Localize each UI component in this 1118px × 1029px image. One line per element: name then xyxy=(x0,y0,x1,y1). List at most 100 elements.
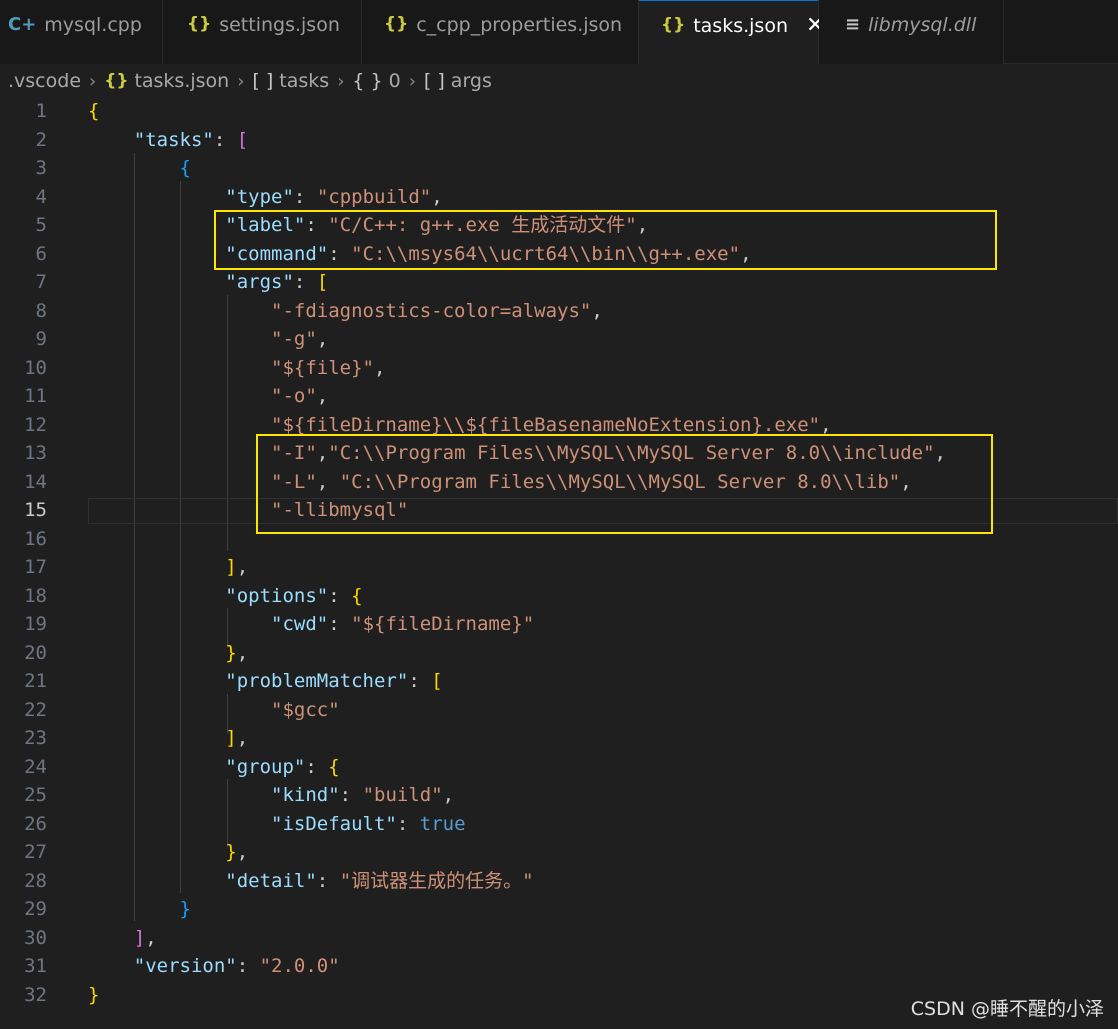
code-token: "build" xyxy=(362,784,443,806)
tab-tasks-json[interactable]: {} tasks.json ✕ xyxy=(639,0,824,64)
code-line[interactable]: 17 ], xyxy=(0,553,1118,582)
line-number: 5 xyxy=(35,214,47,236)
code-text: "options": { xyxy=(88,582,362,611)
line-number: 31 xyxy=(24,955,47,977)
code-token: : xyxy=(396,812,420,835)
code-token: ] xyxy=(225,727,237,749)
code-token: , xyxy=(316,385,329,407)
code-token: "2.0.0" xyxy=(259,955,340,977)
tab-libmysql-dll[interactable]: ≡ libmysql.dll xyxy=(819,0,1004,64)
chevron-right-icon: › xyxy=(337,70,345,92)
code-line[interactable]: 2 "tasks": [ xyxy=(0,126,1118,155)
code-text: ], xyxy=(88,724,248,753)
breadcrumb-tasks[interactable]: tasks xyxy=(279,70,329,92)
code-text: { xyxy=(88,97,99,126)
code-token: } xyxy=(225,841,237,863)
code-token: "-o" xyxy=(271,385,317,407)
code-token: "version" xyxy=(133,955,237,977)
code-token: : xyxy=(328,613,352,635)
code-token: true xyxy=(419,812,466,835)
line-number: 16 xyxy=(24,527,47,550)
code-token: , xyxy=(431,185,443,208)
code-token: : xyxy=(293,185,317,208)
breadcrumb-args[interactable]: args xyxy=(451,70,492,92)
code-token: ] xyxy=(225,556,237,578)
line-number: 9 xyxy=(35,328,47,350)
code-text: ], xyxy=(88,553,248,582)
code-token: , xyxy=(316,328,329,350)
line-number: 29 xyxy=(24,898,47,920)
code-line[interactable]: 9 "-g", xyxy=(0,325,1118,354)
breadcrumb: .vscode › {} tasks.json › [ ] tasks › { … xyxy=(8,68,492,94)
code-line[interactable]: 30 ], xyxy=(0,924,1118,953)
line-number: 28 xyxy=(24,869,47,892)
code-line[interactable]: 27 }, xyxy=(0,838,1118,867)
code-token: : xyxy=(408,670,432,692)
tab-mysql-cpp[interactable]: C+ mysql.cpp xyxy=(0,0,163,64)
code-line[interactable]: 20 }, xyxy=(0,639,1118,668)
code-line[interactable]: 11 "-o", xyxy=(0,382,1118,411)
code-token: "kind" xyxy=(271,784,340,806)
code-token: "-g" xyxy=(271,328,317,350)
code-line[interactable]: 10 "${file}", xyxy=(0,354,1118,383)
code-line[interactable]: 31 "version": "2.0.0" xyxy=(0,952,1118,981)
code-line[interactable]: 21 "problemMatcher": [ xyxy=(0,667,1118,696)
code-text: "group": { xyxy=(88,753,339,782)
code-token: { xyxy=(179,157,191,179)
code-token: : xyxy=(339,784,363,806)
code-line[interactable]: 26 "isDefault": true xyxy=(0,810,1118,839)
code-text: "detail": "调试器生成的任务。" xyxy=(88,867,533,896)
code-line[interactable]: 23 ], xyxy=(0,724,1118,753)
code-line[interactable]: 8 "-fdiagnostics-color=always", xyxy=(0,297,1118,326)
code-line[interactable]: 29 } xyxy=(0,895,1118,924)
line-number: 10 xyxy=(24,356,47,379)
code-line[interactable]: 18 "options": { xyxy=(0,582,1118,611)
breadcrumb-folder[interactable]: .vscode xyxy=(8,70,81,92)
line-number: 6 xyxy=(35,242,47,265)
code-text: "$gcc" xyxy=(88,696,340,725)
code-token: : xyxy=(293,271,317,293)
code-line[interactable]: 24 "group": { xyxy=(0,753,1118,782)
code-text: } xyxy=(88,895,191,924)
editor-tab-bar: C+ mysql.cpp {} settings.json {} c_cpp_p… xyxy=(0,0,1118,64)
code-token: : xyxy=(305,755,329,778)
code-token: } xyxy=(88,983,100,1006)
code-token: "-fdiagnostics-color=always" xyxy=(271,299,592,322)
code-token: "options" xyxy=(225,584,329,607)
code-line[interactable]: 25 "kind": "build", xyxy=(0,781,1118,810)
code-line[interactable]: 3 { xyxy=(0,154,1118,183)
code-text: "kind": "build", xyxy=(88,781,454,810)
line-number: 26 xyxy=(24,812,47,835)
code-line[interactable]: 22 "$gcc" xyxy=(0,696,1118,725)
json-braces-icon: {} xyxy=(104,71,129,91)
line-number: 24 xyxy=(24,755,47,778)
breadcrumb-index[interactable]: 0 xyxy=(389,70,401,92)
code-text: "-g", xyxy=(88,325,328,354)
line-number: 7 xyxy=(35,271,47,293)
code-text: { xyxy=(88,154,191,183)
tab-label: settings.json xyxy=(219,14,340,36)
code-text: "type": "cppbuild", xyxy=(88,183,443,212)
breadcrumb-file[interactable]: tasks.json xyxy=(134,70,229,92)
line-number: 18 xyxy=(24,584,47,607)
code-line[interactable]: 28 "detail": "调试器生成的任务。" xyxy=(0,867,1118,896)
code-line[interactable]: 7 "args": [ xyxy=(0,268,1118,297)
code-text: "version": "2.0.0" xyxy=(88,952,340,981)
tab-label: mysql.cpp xyxy=(44,14,142,36)
code-token: , xyxy=(236,556,249,578)
tab-settings-json[interactable]: {} settings.json xyxy=(163,0,362,64)
code-token: "detail" xyxy=(225,869,317,892)
tab-c-cpp-properties-json[interactable]: {} c_cpp_properties.json xyxy=(362,0,639,64)
code-line[interactable]: 1{ xyxy=(0,97,1118,126)
code-line[interactable]: 4 "type": "cppbuild", xyxy=(0,183,1118,212)
code-line[interactable]: 19 "cwd": "${fileDirname}" xyxy=(0,610,1118,639)
